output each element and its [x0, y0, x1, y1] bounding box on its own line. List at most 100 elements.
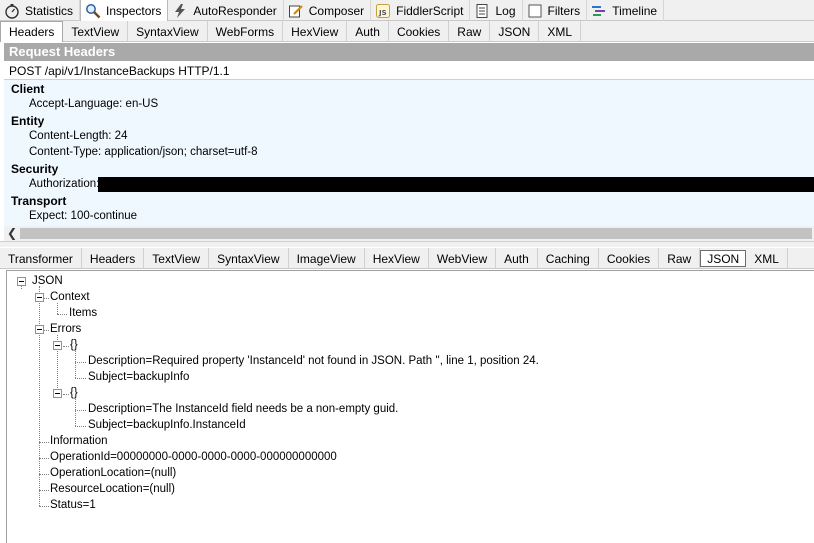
resp-tab-transformer[interactable]: Transformer: [0, 248, 82, 269]
tab-label: AutoResponder: [193, 3, 277, 18]
tree-node-items[interactable]: Items: [69, 306, 97, 320]
lightning-icon: [172, 3, 188, 19]
stopwatch-icon: [4, 3, 20, 19]
tree-node-status[interactable]: Status=1: [50, 498, 96, 512]
req-tab-syntaxview[interactable]: SyntaxView: [128, 21, 208, 42]
req-tab-label: Headers: [9, 25, 55, 39]
req-tab-raw[interactable]: Raw: [449, 21, 491, 42]
magnifier-icon: [85, 3, 101, 19]
tab-label: Composer: [308, 3, 365, 18]
resp-tab-json[interactable]: JSON: [700, 250, 747, 267]
resp-tab-cookies[interactable]: Cookies: [599, 248, 660, 269]
tree-connector: [75, 410, 86, 411]
resp-tab-hexview[interactable]: HexView: [365, 248, 429, 269]
req-tab-webforms[interactable]: WebForms: [208, 21, 284, 42]
tab-label: Statistics: [25, 3, 74, 18]
tree-node-information[interactable]: Information: [50, 434, 108, 448]
tree-node-error-subject[interactable]: Subject=backupInfo.InstanceId: [88, 418, 246, 432]
response-tab-strip: Transformer Headers TextView SyntaxView …: [0, 248, 814, 269]
collapse-toggle-icon[interactable]: [35, 293, 44, 302]
tree-node-context[interactable]: Context: [50, 290, 90, 304]
horizontal-scrollbar[interactable]: ❮: [4, 226, 814, 241]
req-tab-label: HexView: [291, 24, 339, 39]
req-tab-json[interactable]: JSON: [490, 21, 540, 42]
header-group-security[interactable]: Security: [11, 162, 58, 176]
header-accept-language[interactable]: Accept-Language: en-US: [29, 98, 158, 110]
json-tree-view[interactable]: JSON Context Items Errors {} Description…: [6, 270, 814, 543]
header-group-entity[interactable]: Entity: [11, 114, 44, 128]
tree-node-resource-location[interactable]: ResourceLocation=(null): [50, 482, 175, 496]
resp-tab-webview[interactable]: WebView: [429, 248, 497, 269]
tree-connector: [75, 351, 76, 378]
tree-node-error-description[interactable]: Description=Required property 'InstanceI…: [88, 354, 539, 368]
checkbox-icon: [527, 3, 543, 19]
req-tab-hexview[interactable]: HexView: [283, 21, 348, 42]
tab-autoresponder[interactable]: AutoResponder: [168, 0, 284, 21]
tree-node-error-description[interactable]: Description=The InstanceId field needs b…: [88, 402, 398, 416]
resp-tab-textview[interactable]: TextView: [144, 248, 210, 269]
resp-tab-raw[interactable]: Raw: [659, 248, 701, 269]
tree-node-errors[interactable]: Errors: [50, 322, 81, 336]
header-group-client[interactable]: Client: [11, 82, 44, 96]
tab-label: Filters: [547, 3, 581, 18]
tree-connector: [63, 346, 69, 347]
resp-tab-label: XML: [754, 251, 779, 266]
tab-timeline[interactable]: Timeline: [587, 0, 665, 21]
req-tab-auth[interactable]: Auth: [347, 21, 389, 42]
req-tab-headers[interactable]: Headers: [0, 21, 64, 42]
collapse-toggle-icon[interactable]: [17, 277, 26, 286]
req-tab-label: TextView: [71, 24, 120, 39]
resp-tab-label: Cookies: [606, 251, 651, 266]
resp-tab-label: Caching: [545, 251, 590, 266]
resp-tab-label: ImageView: [296, 251, 356, 266]
resp-tab-label: TextView: [152, 251, 201, 266]
scroll-left-icon[interactable]: ❮: [6, 226, 18, 241]
collapse-toggle-icon[interactable]: [35, 325, 44, 334]
req-tab-cookies[interactable]: Cookies: [389, 21, 450, 42]
collapse-toggle-icon[interactable]: [53, 389, 62, 398]
tab-fiddlerscript[interactable]: JS FiddlerScript: [371, 0, 471, 21]
tab-inspectors[interactable]: Inspectors: [80, 0, 169, 21]
resp-tab-imageview[interactable]: ImageView: [289, 248, 365, 269]
tree-connector: [39, 506, 49, 507]
collapse-toggle-icon[interactable]: [53, 341, 62, 350]
tree-connector: [21, 286, 22, 289]
tree-node-operation-location[interactable]: OperationLocation=(null): [50, 466, 176, 480]
resp-tab-xml[interactable]: XML: [746, 248, 788, 269]
resp-tab-label: Raw: [667, 251, 692, 266]
tree-connector: [75, 426, 86, 427]
tree-node-error-subject[interactable]: Subject=backupInfo: [88, 370, 189, 384]
tree-connector: [57, 303, 58, 314]
tab-statistics[interactable]: Statistics: [0, 0, 81, 21]
header-group-transport[interactable]: Transport: [11, 194, 66, 208]
redacted-authorization-value: [98, 177, 814, 192]
js-script-icon: JS: [375, 3, 391, 19]
header-authorization[interactable]: Authorization:: [29, 178, 99, 190]
resp-tab-headers[interactable]: Headers: [82, 248, 145, 269]
req-tab-xml[interactable]: XML: [539, 21, 582, 42]
header-content-length[interactable]: Content-Length: 24: [29, 130, 127, 142]
request-tab-strip: Headers TextView SyntaxView WebForms Hex…: [0, 21, 814, 42]
tree-connector: [39, 442, 49, 443]
tree-node-operation-id[interactable]: OperationId=00000000-0000-0000-0000-0000…: [50, 450, 337, 464]
header-content-type[interactable]: Content-Type: application/json; charset=…: [29, 146, 258, 158]
tree-node-error-object[interactable]: {}: [70, 338, 78, 352]
tab-filters[interactable]: Filters: [523, 0, 588, 21]
resp-tab-label: Transformer: [8, 251, 73, 266]
tab-composer[interactable]: Composer: [284, 0, 372, 21]
resp-tab-auth[interactable]: Auth: [496, 248, 538, 269]
scrollbar-thumb[interactable]: [20, 228, 812, 239]
req-tab-label: Cookies: [396, 24, 441, 39]
resp-tab-caching[interactable]: Caching: [538, 248, 599, 269]
tree-connector: [39, 490, 49, 491]
req-tab-label: SyntaxView: [136, 24, 199, 39]
resp-tab-syntaxview[interactable]: SyntaxView: [209, 248, 289, 269]
tab-log[interactable]: Log: [470, 0, 523, 21]
tree-node-json[interactable]: JSON: [32, 274, 63, 288]
req-tab-label: WebForms: [215, 24, 275, 39]
request-headers-body: Client Accept-Language: en-US Entity Con…: [4, 80, 814, 226]
tree-node-error-object[interactable]: {}: [70, 386, 78, 400]
header-expect[interactable]: Expect: 100-continue: [29, 210, 137, 222]
req-tab-textview[interactable]: TextView: [63, 21, 129, 42]
panel-splitter[interactable]: [0, 241, 814, 247]
